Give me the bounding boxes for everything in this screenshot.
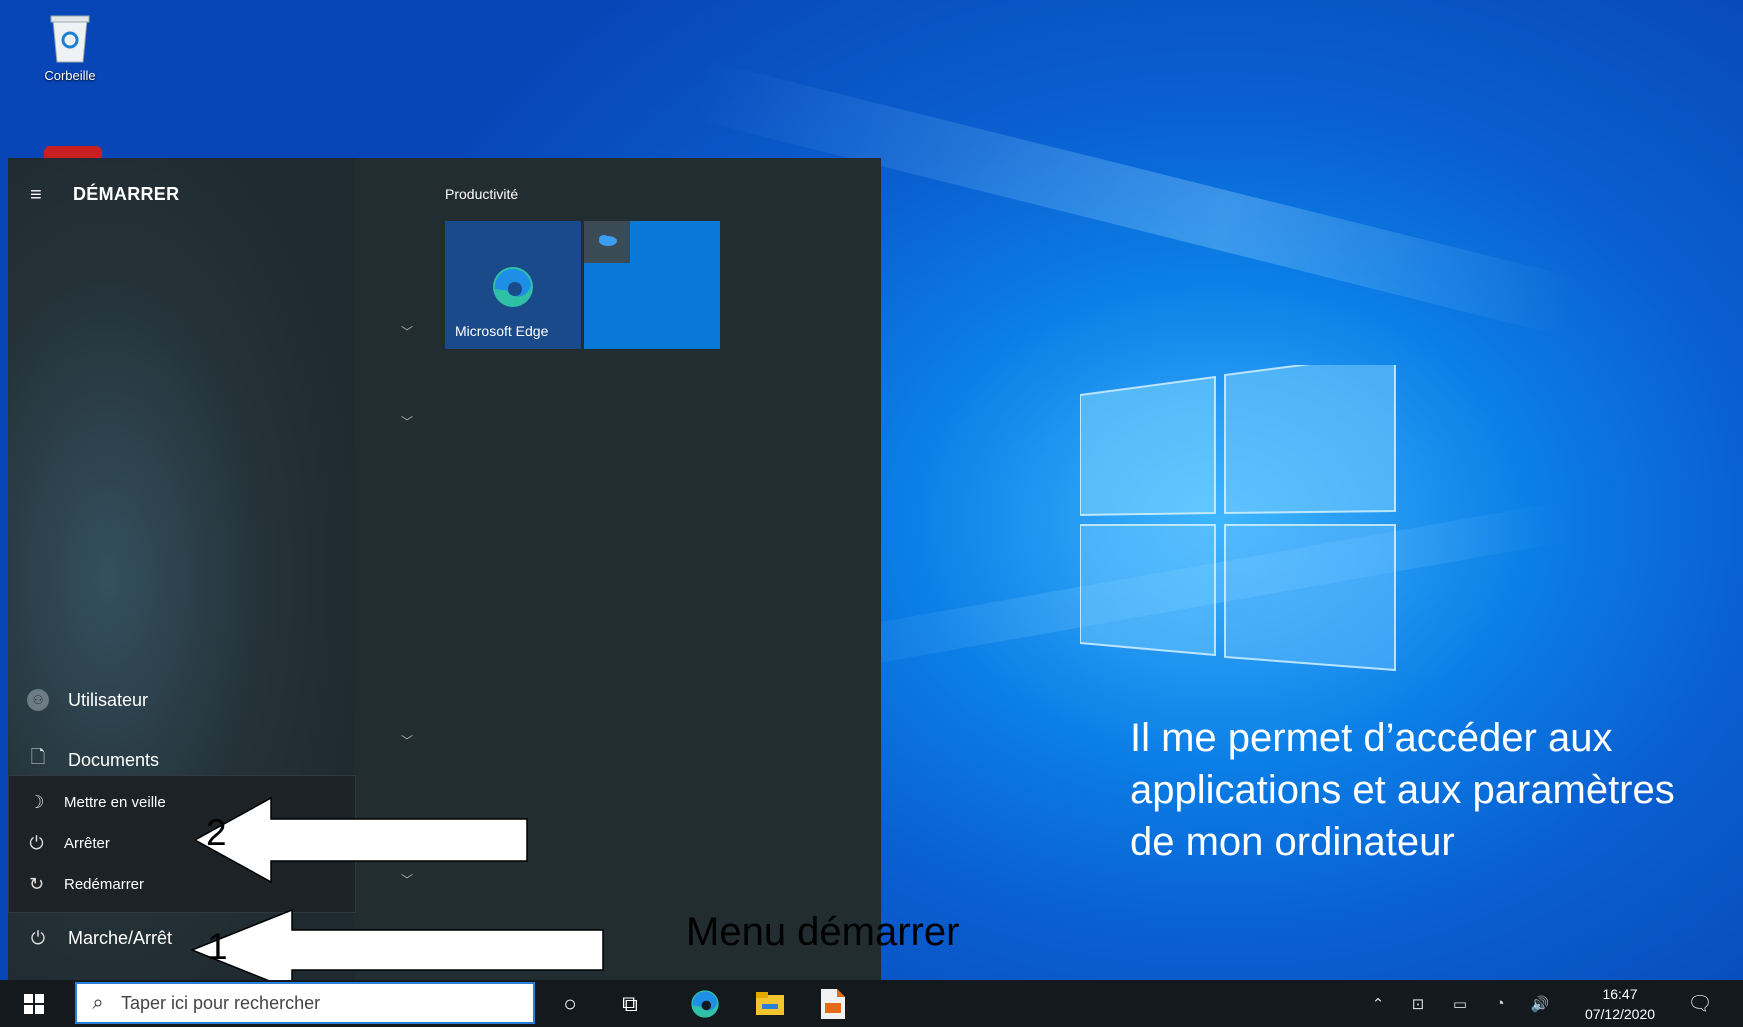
arrow-1 (189, 908, 604, 992)
taskbar: ⌕ ○ ⧉ ⌃ ⊡ ▭ ◔ 🔊 16:47 07/12/2020 🗨 (0, 980, 1743, 1027)
clock-time: 16:47 (1602, 986, 1638, 1002)
cortana-icon[interactable]: ○ (545, 980, 595, 1027)
taskbar-edge[interactable] (680, 980, 730, 1027)
volume-icon[interactable]: 🔊 (1525, 980, 1555, 1027)
touchpad-icon[interactable]: ⊡ (1403, 980, 1433, 1027)
task-view-icon[interactable]: ⧉ (605, 980, 655, 1027)
document-app-icon (821, 988, 845, 1019)
windows-start-icon (23, 993, 44, 1014)
description-text: Il me permet d’accéder aux applications … (1130, 716, 1675, 864)
annotation-arrows (189, 796, 604, 992)
search-icon: ⌕ (92, 991, 104, 1014)
annotation-number-1: 1 (207, 926, 228, 967)
notifications-icon[interactable]: 🗨 (1680, 980, 1720, 1027)
taskbar-search[interactable]: ⌕ (75, 982, 535, 1024)
clock[interactable]: 16:47 07/12/2020 (1580, 984, 1660, 1024)
caption-menu-demarrer: Menu démarrer (686, 910, 960, 954)
taskbar-document-app[interactable] (808, 980, 858, 1027)
edge-icon (691, 989, 719, 1018)
wifi-icon[interactable]: ◔ (1485, 980, 1515, 1027)
clock-date: 07/12/2020 (1584, 1006, 1656, 1022)
battery-icon[interactable]: ▭ (1445, 980, 1475, 1027)
annotation-number-2: 2 (206, 812, 227, 853)
start-button[interactable] (0, 980, 67, 1027)
folder-icon (756, 991, 784, 1015)
taskbar-file-explorer[interactable] (745, 980, 795, 1027)
search-input[interactable] (119, 991, 503, 1015)
chevron-up-icon[interactable]: ⌃ (1365, 980, 1391, 1027)
arrow-2 (193, 796, 528, 884)
